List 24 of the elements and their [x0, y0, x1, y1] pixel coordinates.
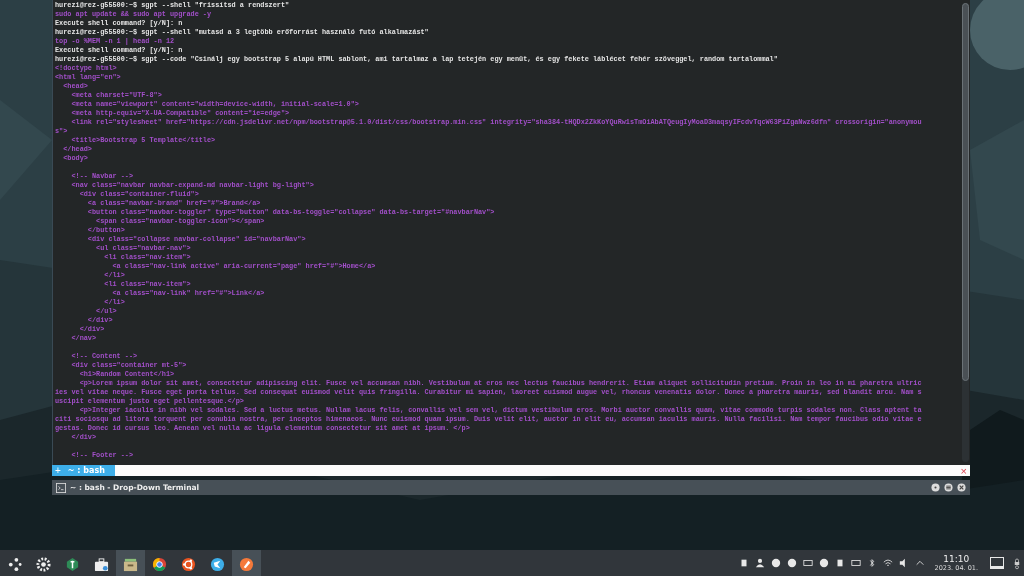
pen-icon [239, 556, 254, 572]
lock-icon[interactable] [1014, 556, 1020, 570]
close-icon[interactable] [957, 483, 966, 492]
browser-icon [152, 556, 167, 572]
bird-icon [210, 556, 225, 572]
close-tab-button[interactable]: × [957, 465, 970, 476]
terminal-icon [56, 482, 66, 493]
gear-icon [36, 556, 51, 572]
launcher-icon [7, 556, 22, 572]
ubuntu-circle-icon [181, 556, 196, 572]
taskbar-app[interactable] [232, 550, 261, 576]
file-cabinet-icon [123, 556, 138, 572]
user-icon[interactable] [754, 558, 765, 568]
wifi-icon[interactable] [882, 558, 893, 568]
clock-time[interactable]: 11:10 [943, 554, 970, 564]
menu-icon[interactable] [944, 483, 953, 492]
scrollbar[interactable] [962, 3, 969, 462]
show-desktop-icon[interactable] [990, 557, 1004, 569]
wrench-icon [65, 556, 80, 572]
battery-icon[interactable] [850, 558, 861, 568]
terminal-tab[interactable]: ~ : bash [63, 465, 115, 476]
briefcase-icon [94, 556, 109, 572]
up-icon[interactable] [914, 558, 925, 568]
new-tab-button[interactable]: + [52, 465, 64, 476]
